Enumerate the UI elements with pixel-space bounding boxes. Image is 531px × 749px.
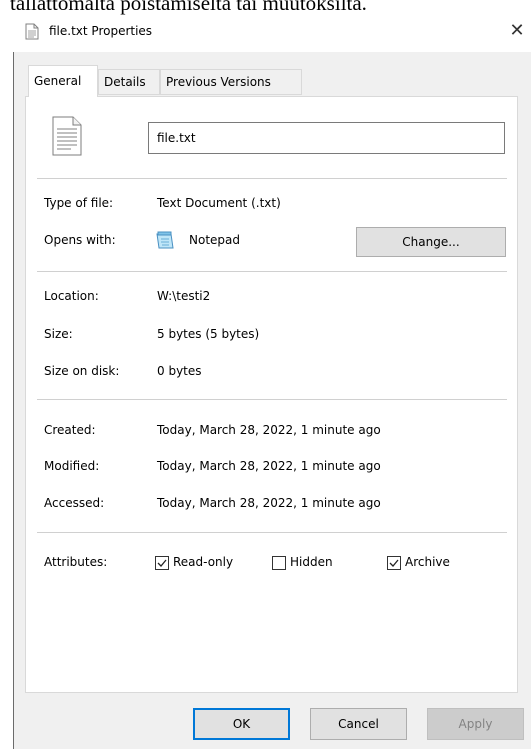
size-label: Size:: [44, 327, 73, 341]
opens-with-label: Opens with:: [44, 233, 116, 247]
close-button[interactable]: ✕: [505, 20, 529, 41]
separator: [37, 178, 507, 179]
notepad-icon: [155, 231, 175, 252]
separator: [37, 532, 507, 533]
modified-value: Today, March 28, 2022, 1 minute ago: [157, 459, 381, 473]
location-value: W:\testi2: [157, 289, 211, 303]
hidden-label[interactable]: Hidden: [290, 555, 333, 569]
created-label: Created:: [44, 423, 96, 437]
type-of-file-value: Text Document (.txt): [157, 196, 281, 210]
ok-button[interactable]: OK: [193, 708, 290, 740]
cancel-button[interactable]: Cancel: [310, 708, 407, 740]
window-title: file.txt Properties: [49, 24, 153, 38]
text-file-icon: [52, 116, 82, 159]
file-title-icon: [25, 23, 39, 43]
separator: [37, 399, 507, 400]
created-value: Today, March 28, 2022, 1 minute ago: [157, 423, 381, 437]
attributes-label: Attributes:: [44, 555, 108, 569]
type-of-file-label: Type of file:: [44, 196, 114, 210]
size-on-disk-value: 0 bytes: [157, 364, 202, 378]
checkmark-icon: [389, 559, 399, 567]
accessed-label: Accessed:: [44, 496, 105, 510]
hidden-checkbox[interactable]: [272, 556, 286, 570]
opens-with-value: Notepad: [189, 233, 240, 247]
location-label: Location:: [44, 289, 99, 303]
tab-details[interactable]: Details: [98, 69, 160, 95]
file-name-field[interactable]: file.txt: [148, 122, 505, 154]
modified-label: Modified:: [44, 459, 100, 473]
archive-checkbox[interactable]: [387, 556, 401, 570]
tab-general[interactable]: General: [28, 65, 98, 97]
separator: [37, 271, 507, 272]
apply-button[interactable]: Apply: [427, 708, 524, 740]
accessed-value: Today, March 28, 2022, 1 minute ago: [157, 496, 381, 510]
tab-previous-versions[interactable]: Previous Versions: [160, 69, 302, 95]
read-only-label[interactable]: Read-only: [173, 555, 233, 569]
general-tab-panel: [25, 96, 518, 693]
checkmark-icon: [157, 559, 167, 567]
size-value: 5 bytes (5 bytes): [157, 327, 260, 341]
size-on-disk-label: Size on disk:: [44, 364, 120, 378]
change-button[interactable]: Change...: [356, 227, 506, 257]
archive-label[interactable]: Archive: [405, 555, 450, 569]
read-only-checkbox[interactable]: [155, 556, 169, 570]
